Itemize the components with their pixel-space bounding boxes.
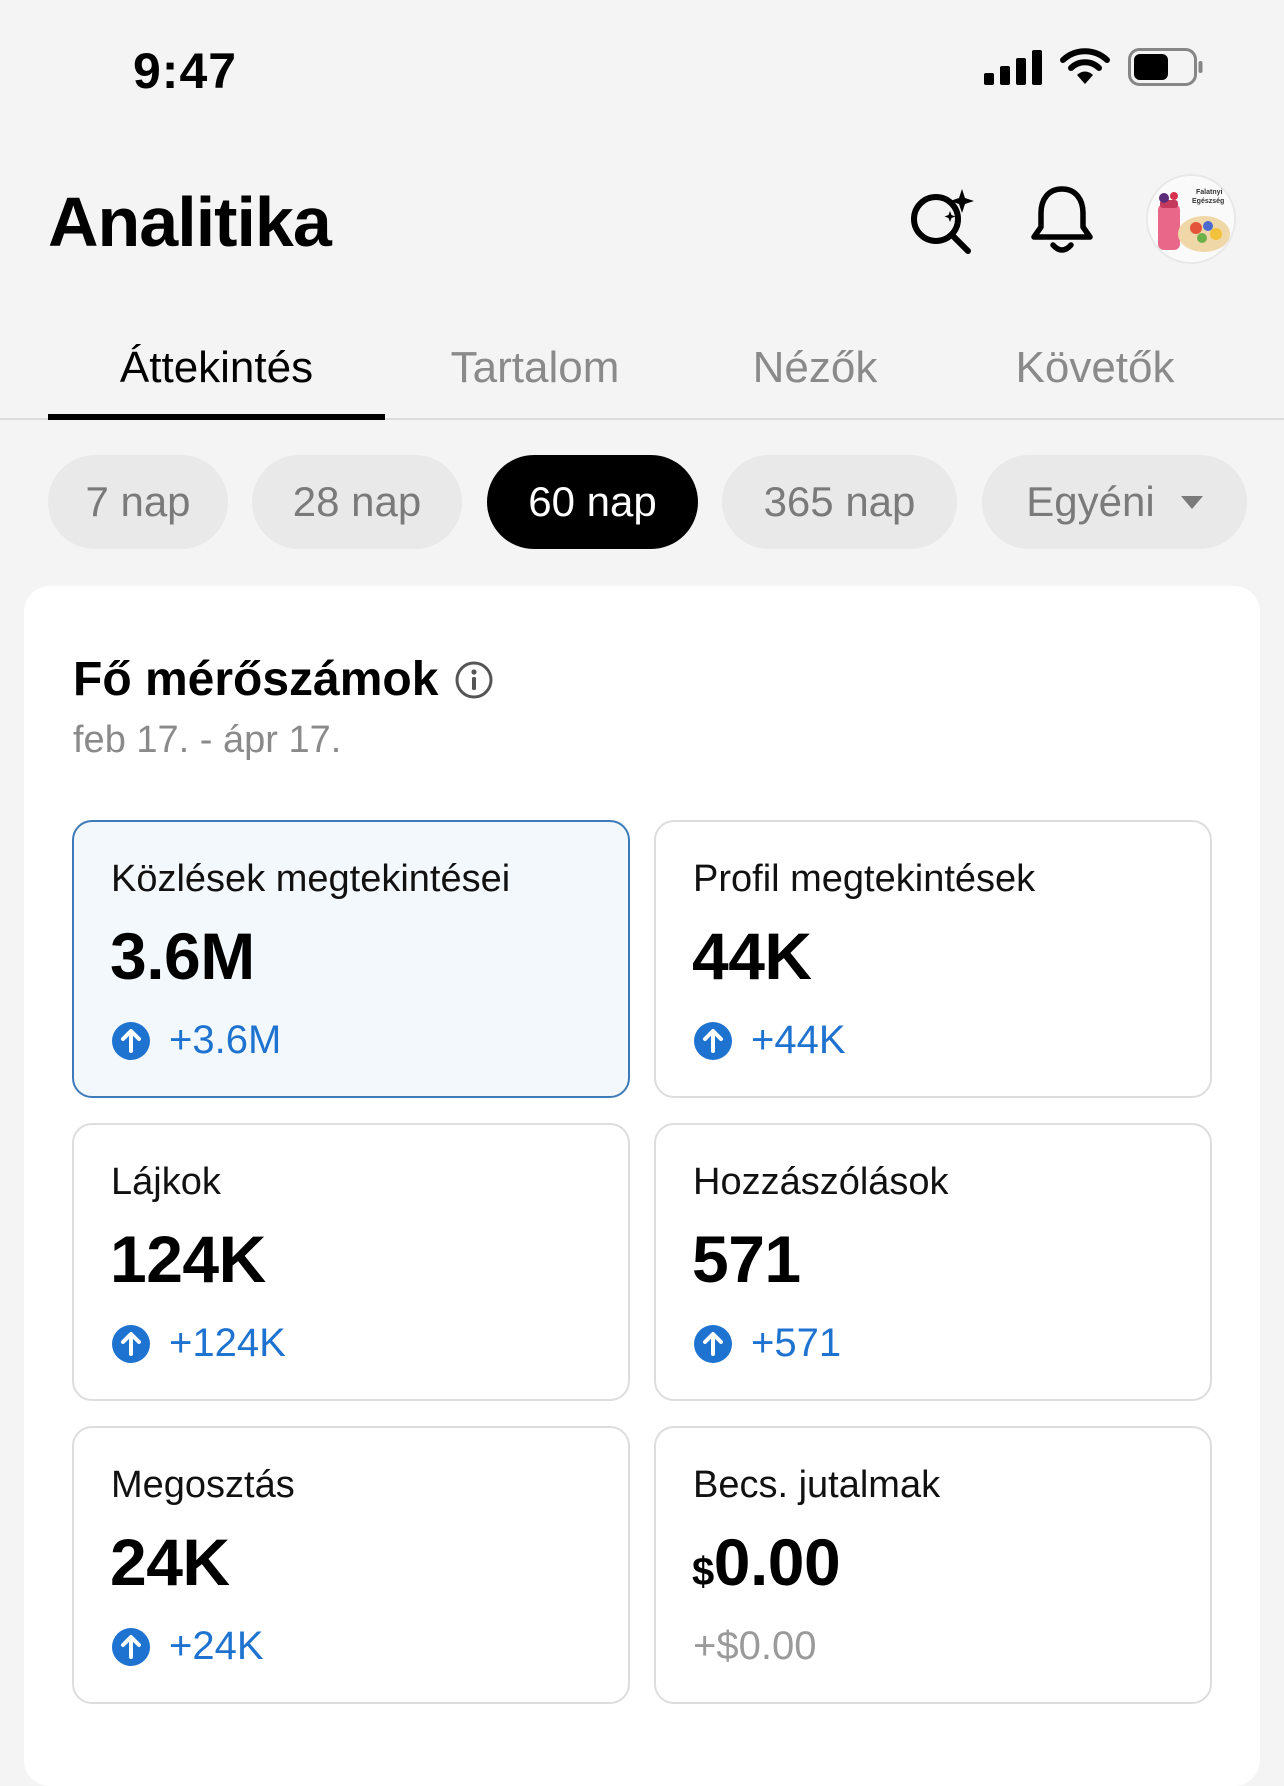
cellular-signal-icon bbox=[984, 49, 1042, 90]
tab-followers[interactable]: Követők bbox=[975, 328, 1215, 408]
battery-icon bbox=[1128, 48, 1204, 91]
metric-label: Profil megtekintések bbox=[693, 858, 1036, 900]
metric-value: 24K bbox=[110, 1525, 230, 1599]
metric-card-estimated-rewards[interactable]: Becs. jutalmak $0.00 +$0.00 bbox=[654, 1426, 1212, 1704]
profile-avatar[interactable]: Falatnyi Egészség bbox=[1146, 174, 1236, 264]
section-title: Fő mérőszámok bbox=[73, 652, 494, 707]
range-chip-28-days[interactable]: 28 nap bbox=[252, 455, 462, 549]
page-title: Analitika bbox=[48, 183, 332, 261]
avatar-image: Falatnyi Egészség bbox=[1148, 176, 1234, 262]
metric-change: +$0.00 bbox=[693, 1624, 816, 1669]
metric-card-comments[interactable]: Hozzászólások 571 +571 bbox=[654, 1123, 1212, 1401]
custom-range-label: Egyéni bbox=[1026, 478, 1155, 525]
ai-search-button[interactable] bbox=[897, 176, 987, 266]
metric-change: +3.6M bbox=[111, 1018, 281, 1063]
metric-change-text: +124K bbox=[169, 1321, 286, 1365]
arrow-up-circle-icon bbox=[693, 1324, 733, 1364]
tab-bar: Áttekintés Tartalom Nézők Követők bbox=[0, 318, 1284, 420]
metric-change-text: +$0.00 bbox=[693, 1624, 817, 1668]
metric-value: 3.6M bbox=[110, 919, 255, 993]
date-range-selector: 7 nap 28 nap 60 nap 365 nap Egyéni bbox=[0, 455, 1284, 549]
metric-card-post-views[interactable]: Közlések megtekintései 3.6M +3.6M bbox=[72, 820, 630, 1098]
metric-change: +571 bbox=[693, 1321, 841, 1366]
range-chip-7-days[interactable]: 7 nap bbox=[48, 455, 228, 549]
wifi-icon bbox=[1060, 48, 1110, 91]
metric-change-text: +44K bbox=[751, 1018, 846, 1062]
info-icon[interactable] bbox=[454, 660, 494, 700]
status-bar: 9:47 bbox=[0, 0, 1284, 120]
metric-value: 571 bbox=[692, 1222, 801, 1296]
metric-label: Megosztás bbox=[111, 1464, 295, 1506]
notifications-button[interactable] bbox=[1017, 176, 1107, 266]
tab-content[interactable]: Tartalom bbox=[410, 328, 660, 408]
tab-overview[interactable]: Áttekintés bbox=[48, 328, 385, 408]
header: Analitika Falatnyi Egészség bbox=[0, 160, 1284, 280]
tab-viewers[interactable]: Nézők bbox=[700, 328, 930, 408]
range-chip-60-days[interactable]: 60 nap bbox=[487, 455, 698, 549]
metric-change-text: +571 bbox=[751, 1321, 842, 1365]
section-title-text: Fő mérőszámok bbox=[73, 653, 439, 706]
currency-symbol: $ bbox=[692, 1550, 714, 1594]
svg-text:Egészség: Egészség bbox=[1192, 198, 1224, 205]
svg-text:Falatnyi: Falatnyi bbox=[1196, 189, 1223, 196]
range-chip-custom[interactable]: Egyéni bbox=[982, 455, 1247, 549]
active-tab-indicator bbox=[48, 414, 385, 420]
metric-change-text: +24K bbox=[169, 1624, 264, 1668]
caret-down-icon bbox=[1180, 495, 1203, 509]
metric-value: $0.00 bbox=[692, 1524, 841, 1600]
arrow-up-circle-icon bbox=[111, 1021, 151, 1061]
metric-card-shares[interactable]: Megosztás 24K +24K bbox=[72, 1426, 630, 1704]
metric-card-profile-views[interactable]: Profil megtekintések 44K +44K bbox=[654, 820, 1212, 1098]
status-time: 9:47 bbox=[133, 43, 238, 99]
metric-value-amount: 0.00 bbox=[713, 1525, 841, 1599]
date-range-text: feb 17. - ápr 17. bbox=[73, 719, 342, 761]
status-icons bbox=[984, 48, 1204, 91]
bell-icon bbox=[1028, 183, 1096, 260]
metric-label: Hozzászólások bbox=[693, 1161, 949, 1203]
metric-label: Becs. jutalmak bbox=[693, 1464, 941, 1506]
metric-card-likes[interactable]: Lájkok 124K +124K bbox=[72, 1123, 630, 1401]
sparkle-search-icon bbox=[906, 183, 978, 260]
arrow-up-circle-icon bbox=[111, 1324, 151, 1364]
metric-value: 44K bbox=[692, 919, 812, 993]
arrow-up-circle-icon bbox=[111, 1627, 151, 1667]
metric-value: 124K bbox=[110, 1222, 266, 1296]
metric-label: Közlések megtekintései bbox=[111, 858, 511, 900]
metric-change-text: +3.6M bbox=[169, 1018, 282, 1062]
metric-change: +24K bbox=[111, 1624, 264, 1669]
metric-change: +44K bbox=[693, 1018, 846, 1063]
metric-label: Lájkok bbox=[111, 1161, 221, 1203]
range-chip-365-days[interactable]: 365 nap bbox=[722, 455, 957, 549]
metric-change: +124K bbox=[111, 1321, 286, 1366]
key-metrics-panel: Fő mérőszámok feb 17. - ápr 17. Közlések… bbox=[24, 586, 1260, 1786]
arrow-up-circle-icon bbox=[693, 1021, 733, 1061]
